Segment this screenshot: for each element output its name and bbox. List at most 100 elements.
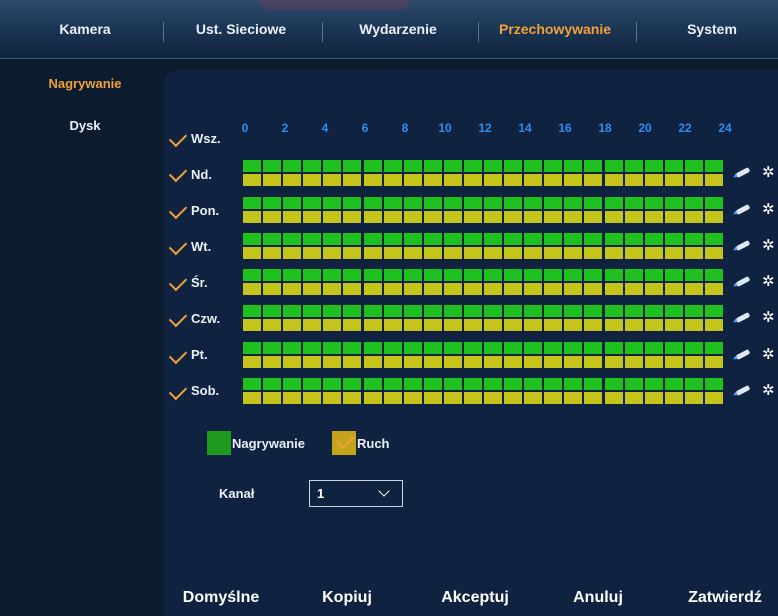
recording-slot[interactable]	[282, 304, 303, 318]
motion-slot[interactable]	[563, 282, 584, 296]
schedule-grid[interactable]	[242, 159, 724, 187]
motion-slot[interactable]	[583, 391, 604, 405]
recording-slot[interactable]	[543, 377, 564, 391]
recording-slot[interactable]	[242, 377, 263, 391]
recording-slot[interactable]	[402, 159, 423, 173]
motion-slot[interactable]	[643, 318, 664, 332]
tab-kamera[interactable]: Kamera	[59, 0, 110, 58]
motion-slot[interactable]	[583, 246, 604, 260]
recording-slot[interactable]	[583, 196, 604, 210]
motion-slot[interactable]	[242, 210, 263, 224]
recording-slot[interactable]	[462, 268, 483, 282]
motion-slot[interactable]	[382, 246, 403, 260]
motion-slot[interactable]	[563, 210, 584, 224]
recording-slot[interactable]	[302, 232, 323, 246]
motion-slot[interactable]	[483, 391, 504, 405]
motion-slot[interactable]	[503, 318, 524, 332]
recording-slot[interactable]	[603, 268, 624, 282]
motion-slot[interactable]	[422, 173, 443, 187]
recording-slot[interactable]	[523, 159, 544, 173]
motion-slot[interactable]	[242, 391, 263, 405]
motion-slot[interactable]	[442, 246, 463, 260]
recording-slot[interactable]	[262, 377, 283, 391]
motion-slot[interactable]	[583, 173, 604, 187]
recording-slot[interactable]	[523, 341, 544, 355]
gear-icon[interactable]: ✲	[762, 310, 775, 325]
recording-slot[interactable]	[282, 377, 303, 391]
recording-slot[interactable]	[623, 341, 644, 355]
recording-slot[interactable]	[402, 377, 423, 391]
motion-slot[interactable]	[543, 391, 564, 405]
motion-slot[interactable]	[643, 355, 664, 369]
recording-slot[interactable]	[322, 159, 343, 173]
recording-slot[interactable]	[402, 232, 423, 246]
recording-slot[interactable]	[703, 304, 724, 318]
motion-slot[interactable]	[623, 391, 644, 405]
recording-slot[interactable]	[603, 232, 624, 246]
recording-slot[interactable]	[543, 268, 564, 282]
recording-slot[interactable]	[523, 268, 544, 282]
recording-slot[interactable]	[683, 232, 704, 246]
motion-slot[interactable]	[442, 318, 463, 332]
motion-slot[interactable]	[382, 391, 403, 405]
schedule-grid[interactable]	[242, 268, 724, 296]
motion-slot[interactable]	[563, 355, 584, 369]
recording-slot[interactable]	[683, 268, 704, 282]
motion-slot[interactable]	[603, 282, 624, 296]
motion-slot[interactable]	[322, 318, 343, 332]
motion-slot[interactable]	[643, 246, 664, 260]
motion-slot[interactable]	[462, 246, 483, 260]
recording-slot[interactable]	[583, 268, 604, 282]
recording-slot[interactable]	[382, 377, 403, 391]
recording-slot[interactable]	[503, 196, 524, 210]
motion-slot[interactable]	[302, 391, 323, 405]
motion-slot[interactable]	[523, 355, 544, 369]
recording-slot[interactable]	[462, 159, 483, 173]
recording-slot[interactable]	[422, 232, 443, 246]
recording-slot[interactable]	[703, 268, 724, 282]
motion-slot[interactable]	[282, 282, 303, 296]
motion-slot[interactable]	[442, 391, 463, 405]
motion-slot[interactable]	[262, 355, 283, 369]
motion-slot[interactable]	[643, 391, 664, 405]
motion-slot[interactable]	[503, 282, 524, 296]
recording-slot[interactable]	[583, 304, 604, 318]
motion-slot[interactable]	[402, 210, 423, 224]
motion-slot[interactable]	[282, 173, 303, 187]
motion-slot[interactable]	[362, 355, 383, 369]
recording-slot[interactable]	[282, 341, 303, 355]
motion-slot[interactable]	[362, 173, 383, 187]
recording-slot[interactable]	[302, 304, 323, 318]
motion-slot[interactable]	[422, 246, 443, 260]
recording-slot[interactable]	[683, 341, 704, 355]
motion-slot[interactable]	[563, 173, 584, 187]
motion-slot[interactable]	[603, 391, 624, 405]
recording-slot[interactable]	[503, 232, 524, 246]
recording-slot[interactable]	[402, 268, 423, 282]
motion-slot[interactable]	[663, 173, 684, 187]
motion-slot[interactable]	[583, 210, 604, 224]
recording-slot[interactable]	[442, 341, 463, 355]
motion-slot[interactable]	[663, 210, 684, 224]
recording-slot[interactable]	[382, 159, 403, 173]
motion-slot[interactable]	[543, 246, 564, 260]
recording-slot[interactable]	[643, 377, 664, 391]
motion-slot[interactable]	[623, 318, 644, 332]
motion-slot[interactable]	[302, 318, 323, 332]
motion-slot[interactable]	[503, 246, 524, 260]
motion-slot[interactable]	[342, 391, 363, 405]
recording-slot[interactable]	[382, 196, 403, 210]
legend-motion-swatch[interactable]	[332, 430, 356, 455]
motion-slot[interactable]	[583, 282, 604, 296]
motion-slot[interactable]	[583, 355, 604, 369]
motion-slot[interactable]	[442, 355, 463, 369]
motion-slot[interactable]	[442, 282, 463, 296]
motion-slot[interactable]	[322, 355, 343, 369]
motion-slot[interactable]	[603, 246, 624, 260]
recording-slot[interactable]	[382, 304, 403, 318]
recording-slot[interactable]	[663, 341, 684, 355]
recording-slot[interactable]	[683, 196, 704, 210]
recording-slot[interactable]	[422, 268, 443, 282]
motion-slot[interactable]	[543, 282, 564, 296]
motion-slot[interactable]	[703, 318, 724, 332]
